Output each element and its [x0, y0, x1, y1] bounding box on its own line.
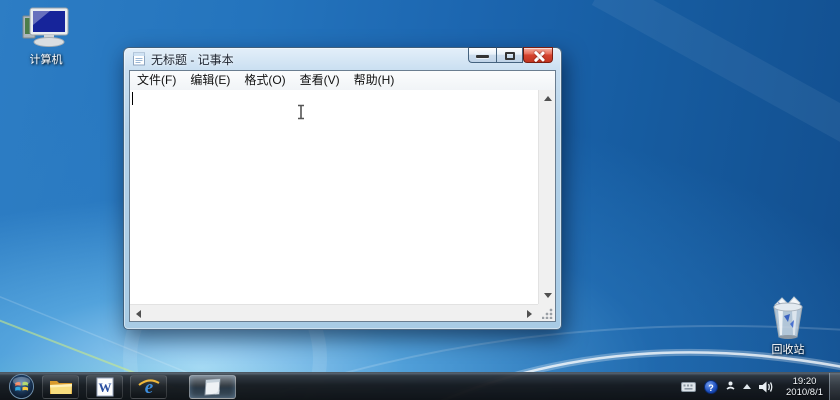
scroll-left-button[interactable] [130, 305, 147, 322]
scrollbar-corner [538, 304, 555, 321]
scroll-up-button[interactable] [539, 90, 556, 107]
arrow-down-icon [544, 293, 552, 298]
text-input-area[interactable] [130, 90, 538, 304]
taskbar: W e ? [0, 372, 840, 400]
arrow-left-icon [136, 310, 141, 318]
scroll-down-button[interactable] [539, 287, 556, 304]
chevron-up-icon [743, 384, 751, 389]
maximize-icon [505, 52, 515, 60]
editor-area [130, 90, 555, 321]
system-tray: ? 19:20 2010/8/1 [677, 373, 840, 400]
explorer-folder-icon [48, 377, 74, 397]
recycle-bin-icon [766, 296, 810, 340]
arrow-up-icon [544, 96, 552, 101]
desktop-icon-label: 计算机 [14, 51, 78, 67]
maximize-button[interactable] [496, 47, 523, 63]
arrow-right-icon [527, 310, 532, 318]
menu-file[interactable]: 文件(F) [130, 71, 183, 90]
notepad-client-area: 文件(F) 编辑(E) 格式(O) 查看(V) 帮助(H) [129, 70, 556, 322]
show-desktop-button[interactable] [829, 373, 840, 400]
taskbar-button-internet-explorer[interactable]: e [130, 375, 167, 399]
menu-help[interactable]: 帮助(H) [347, 71, 402, 90]
word-icon: W [94, 377, 116, 397]
clock-date: 2010/8/1 [786, 387, 823, 398]
volume-icon[interactable] [759, 381, 774, 393]
notepad-icon [132, 52, 146, 66]
window-controls [468, 47, 553, 63]
menu-edit[interactable]: 编辑(E) [183, 71, 237, 90]
start-button[interactable] [8, 373, 35, 400]
close-icon [533, 51, 544, 62]
keyboard-input-icon[interactable] [681, 382, 696, 392]
desktop: 计算机 回收站 无标题 - 记事本 [0, 0, 840, 400]
horizontal-scrollbar[interactable] [130, 304, 538, 321]
ibeam-cursor [296, 104, 306, 120]
scroll-right-button[interactable] [521, 305, 538, 322]
status-glyph-icon[interactable] [726, 381, 735, 392]
title-bar[interactable]: 无标题 - 记事本 [124, 48, 561, 70]
desktop-icon-computer[interactable]: 计算机 [14, 6, 78, 67]
taskbar-clock[interactable]: 19:20 2010/8/1 [786, 376, 823, 398]
clock-time: 19:20 [786, 376, 823, 387]
resize-grip[interactable] [542, 308, 553, 319]
minimize-button[interactable] [468, 47, 496, 63]
menu-bar: 文件(F) 编辑(E) 格式(O) 查看(V) 帮助(H) [130, 71, 555, 90]
internet-explorer-icon: e [137, 376, 161, 398]
taskbar-button-notepad[interactable] [189, 375, 236, 399]
desktop-icon-recycle-bin[interactable]: 回收站 [756, 296, 820, 357]
show-hidden-icons-button[interactable] [743, 384, 751, 389]
help-bubble-icon[interactable]: ? [704, 380, 718, 394]
computer-icon [20, 6, 72, 50]
text-caret [132, 92, 133, 105]
taskbar-button-word[interactable]: W [86, 375, 123, 399]
window-title: 无标题 - 记事本 [151, 51, 234, 68]
desktop-icon-label: 回收站 [756, 341, 820, 357]
menu-view[interactable]: 查看(V) [293, 71, 347, 90]
close-button[interactable] [523, 47, 553, 63]
notepad-taskbar-icon [202, 377, 224, 397]
minimize-icon [476, 55, 489, 58]
taskbar-button-explorer[interactable] [42, 375, 79, 399]
svg-text:W: W [98, 380, 111, 395]
menu-format[interactable]: 格式(O) [237, 71, 292, 90]
notepad-window: 无标题 - 记事本 文件(F) 编辑(E) 格式(O) 查看(V) 帮助(H) [123, 47, 562, 330]
vertical-scrollbar[interactable] [538, 90, 555, 304]
